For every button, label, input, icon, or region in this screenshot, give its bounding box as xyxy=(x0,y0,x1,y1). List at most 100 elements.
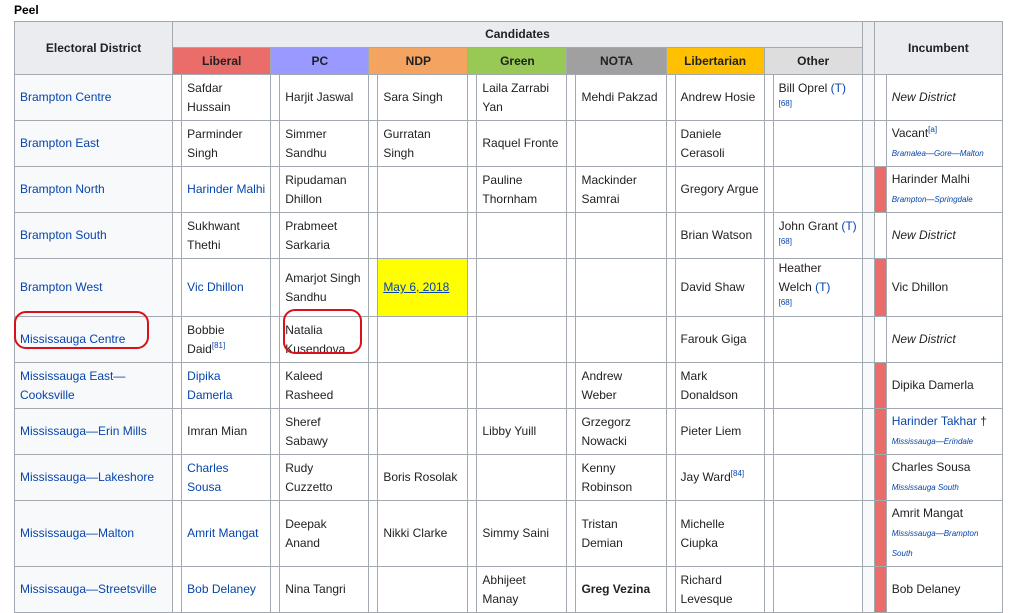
former-district-link[interactable]: Bramalea—Gore—Malton xyxy=(892,149,984,158)
other-candidate-cell xyxy=(772,408,863,455)
party-color-cell xyxy=(763,566,774,613)
incumbent-party-bar xyxy=(873,74,887,121)
party-color-cell xyxy=(566,362,577,409)
incumbent-name: New District xyxy=(891,90,956,104)
party-color-cell xyxy=(270,120,281,167)
other-candidate-cell xyxy=(772,500,863,567)
incumbent-separator xyxy=(861,120,875,167)
party-color-cell xyxy=(368,408,379,455)
libertarian-candidate-cell: Andrew Hosie xyxy=(674,74,765,121)
green-candidate-cell xyxy=(476,454,568,501)
incumbent-party-bar xyxy=(873,166,887,213)
liberal-candidate-link[interactable]: Charles Sousa xyxy=(187,461,228,494)
pc-candidate-cell: Harjit Jaswal xyxy=(279,74,370,121)
incumbent-cell: New District xyxy=(885,212,1004,259)
district-link[interactable]: Mississauga—Lakeshore xyxy=(20,470,154,484)
liberal-candidate-link[interactable]: Vic Dhillon xyxy=(187,280,243,294)
incumbent-separator xyxy=(861,566,875,613)
party-color-cell xyxy=(467,566,478,613)
district-link[interactable]: Mississauga East—Cooksville xyxy=(20,369,125,402)
party-color-cell xyxy=(566,454,577,501)
green-candidate-cell xyxy=(476,212,568,259)
incumbent-cell: New District xyxy=(885,316,1004,363)
green-candidate-cell xyxy=(476,316,568,363)
ndp-date-link[interactable]: May 6, 2018 xyxy=(383,280,449,294)
liberal-candidate-name: Sukhwant Thethi xyxy=(187,218,240,252)
party-color-cell xyxy=(763,120,774,167)
other-tag-link[interactable]: (T) xyxy=(841,219,856,233)
reference-link[interactable]: [84] xyxy=(731,469,744,478)
ndp-candidate-cell xyxy=(377,566,469,613)
header-pc: PC xyxy=(270,47,370,75)
reference-link[interactable]: [68] xyxy=(779,237,792,246)
liberal-candidate-name: Imran Mian xyxy=(187,424,248,438)
pc-candidate-name: Kaleed Rasheed xyxy=(285,368,334,402)
former-district-link[interactable]: Mississauga—Brampton South xyxy=(892,529,979,558)
district-link[interactable]: Mississauga—Malton xyxy=(20,526,134,540)
liberal-candidate-name: Safdar Hussain xyxy=(187,80,231,114)
party-color-cell xyxy=(368,316,379,363)
other-tag-link[interactable]: (T) xyxy=(815,280,830,294)
district-link[interactable]: Brampton North xyxy=(20,182,105,196)
pc-candidate-cell: Ripudaman Dhillon xyxy=(279,166,370,213)
other-candidate-cell xyxy=(772,362,863,409)
former-district-link[interactable]: Mississauga South xyxy=(892,483,959,492)
liberal-candidate-cell: Sukhwant Thethi xyxy=(181,212,272,259)
district-link[interactable]: Mississauga—Erin Mills xyxy=(20,424,147,438)
party-color-cell xyxy=(172,166,183,213)
ndp-candidate-cell xyxy=(377,316,469,363)
liberal-candidate-link[interactable]: Amrit Mangat xyxy=(187,526,258,540)
page-title: Peel xyxy=(14,3,39,17)
district-link[interactable]: Mississauga—Streetsville xyxy=(20,582,157,596)
libertarian-candidate-cell: Brian Watson xyxy=(674,212,765,259)
green-candidate-cell xyxy=(476,258,568,317)
party-color-cell xyxy=(566,316,577,363)
incumbent-link[interactable]: Harinder Takhar xyxy=(892,414,977,428)
district-cell: Brampton South xyxy=(13,212,174,259)
district-link[interactable]: Brampton East xyxy=(20,136,99,150)
nota-candidate-cell: Greg Vezina xyxy=(575,566,667,613)
incumbent-cell: Charles Sousa Mississauga South xyxy=(885,454,1004,501)
incumbent-cell: Dipika Damerla xyxy=(885,362,1004,409)
reference-link[interactable]: [68] xyxy=(779,298,792,307)
reference-link[interactable]: [68] xyxy=(779,99,792,108)
party-color-cell xyxy=(665,212,676,259)
party-color-cell xyxy=(368,454,379,501)
party-color-cell xyxy=(665,566,676,613)
ndp-candidate-name: Gurratan Singh xyxy=(383,126,431,160)
ndp-candidate-name: Sara Singh xyxy=(383,90,443,104)
header-nota: NOTA xyxy=(566,47,667,75)
header-electoral-district: Electoral District xyxy=(13,21,174,75)
ndp-candidate-name: Nikki Clarke xyxy=(383,526,448,540)
pc-candidate-cell: Simmer Sandhu xyxy=(279,120,370,167)
incumbent-cell: Bob Delaney xyxy=(885,566,1004,613)
liberal-candidate-link[interactable]: Harinder Malhi xyxy=(187,182,265,196)
party-color-cell xyxy=(566,566,577,613)
district-link[interactable]: Brampton South xyxy=(20,228,107,242)
ndp-candidate-cell xyxy=(377,212,469,259)
pc-candidate-name: Harjit Jaswal xyxy=(285,90,354,104)
party-color-cell xyxy=(566,408,577,455)
other-tag-link[interactable]: (T) xyxy=(831,81,846,95)
liberal-candidate-cell: Amrit Mangat xyxy=(181,500,272,567)
party-color-cell xyxy=(172,316,183,363)
table-row: Brampton South Sukhwant Thethi Prabmeet Sa… xyxy=(13,212,1004,259)
nota-candidate-name: Greg Vezina xyxy=(581,582,651,596)
former-district-link[interactable]: Mississauga—Erindale xyxy=(892,437,973,446)
district-link[interactable]: Brampton West xyxy=(20,280,102,294)
libertarian-candidate-cell: Daniele Cerasoli xyxy=(674,120,765,167)
liberal-candidate-cell: Harinder Malhi xyxy=(181,166,272,213)
district-cell: Mississauga—Lakeshore xyxy=(13,454,174,501)
party-color-cell xyxy=(665,316,676,363)
party-color-cell xyxy=(763,500,774,567)
district-link[interactable]: Mississauga Centre xyxy=(20,332,125,346)
nota-candidate-name: Mackinder Samrai xyxy=(581,172,637,206)
reference-link[interactable]: [a] xyxy=(928,125,937,134)
liberal-candidate-link[interactable]: Dipika Damerla xyxy=(187,369,232,402)
party-color-cell xyxy=(270,316,281,363)
party-color-cell xyxy=(763,362,774,409)
district-link[interactable]: Brampton Centre xyxy=(20,90,111,104)
liberal-candidate-link[interactable]: Bob Delaney xyxy=(187,582,256,596)
former-district-link[interactable]: Brampton—Springdale xyxy=(892,195,973,204)
reference-link[interactable]: [81] xyxy=(212,341,225,350)
